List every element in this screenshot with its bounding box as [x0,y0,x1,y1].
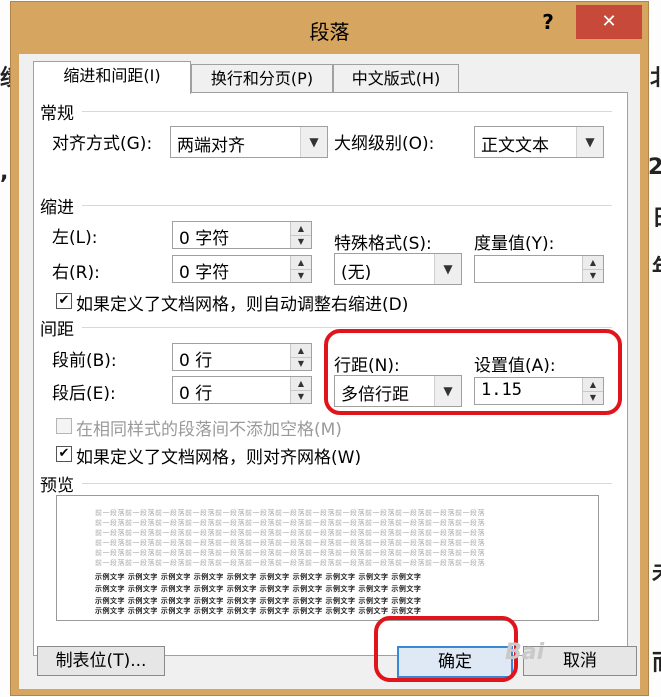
tab-line-page-breaks[interactable]: 换行和分页(P) [191,64,333,93]
spin-up-icon[interactable]: ▲ [291,377,311,391]
tabs-button[interactable]: 制表位(T)... [37,646,165,676]
bg-text: 20 [648,155,661,180]
chevron-down-icon: ▼ [434,376,461,406]
preview-prev-line: 前一段落前一段落前一段落前一段落前一段落前一段落前一段落前一段落前一段落前一段落… [95,539,485,547]
space-before-spinner[interactable]: 0 行 ▲ ▼ [172,343,312,371]
preview-prev-line: 前一段落前一段落前一段落前一段落前一段落前一段落前一段落前一段落前一段落前一段落… [95,529,485,537]
title-bar[interactable]: 段落 ? ✕ [11,2,648,54]
spin-down-icon[interactable]: ▼ [583,391,603,404]
chevron-down-icon: ▼ [434,254,461,284]
auto-adjust-label[interactable]: 如果定义了文档网格，则自动调整右缩进(D) [76,290,408,315]
section-preview: 预览 [40,476,74,496]
bg-text: 北 [650,60,661,92]
close-button[interactable]: ✕ [576,5,642,39]
ok-button[interactable]: 确定 [397,646,513,678]
paragraph-dialog: 段落 ? ✕ 缩进和间距(I) 换行和分页(P) 中文版式(H) 常规 对齐方式… [11,2,648,695]
bg-text: 日 [652,200,661,232]
indent-left-label: 左(L): [52,228,98,248]
preview-sample-line: 示例文字 示例文字 示例文字 示例文字 示例文字 示例文字 示例文字 示例文字 … [95,607,422,615]
line-spacing-label: 行距(N): [334,356,400,376]
bg-text: 年 [652,250,661,282]
spin-down-icon[interactable]: ▼ [291,390,311,403]
space-after-spinner[interactable]: 0 行 ▲ ▼ [172,376,312,404]
spin-up-icon[interactable]: ▲ [291,256,311,270]
spin-up-icon[interactable]: ▲ [291,344,311,358]
no-space-checkbox[interactable] [56,418,72,434]
preview-prev-line: 前一段落前一段落前一段落前一段落前一段落前一段落前一段落前一段落前一段落前一段落… [95,509,485,517]
line-spacing-value: 多倍行距 [341,385,409,405]
preview-prev-line: 前一段落前一段落前一段落前一段落前一段落前一段落前一段落前一段落前一段落前一段落… [95,519,485,527]
section-spacing: 间距 [40,320,74,340]
bg-text: 未 [652,555,661,587]
outline-level-select[interactable]: 正文文本 ▼ [474,126,604,158]
outline-level-value: 正文文本 [481,136,549,156]
auto-adjust-checkbox[interactable]: ✔ [56,293,72,309]
chevron-down-icon: ▼ [300,127,327,157]
special-format-select[interactable]: (无) ▼ [334,253,462,285]
set-value-label: 设置值(A): [474,356,556,376]
tab-indent-spacing[interactable]: 缩进和间距(I) [33,61,191,94]
preview-prev-line: 前一段落前一段落前一段落前一段落前一段落前一段落前一段落前一段落前一段落前一段落… [95,549,485,557]
line-spacing-select[interactable]: 多倍行距 ▼ [334,375,462,407]
spin-down-icon[interactable]: ▼ [291,235,311,248]
bg-text: , [0,160,9,185]
alignment-select[interactable]: 两端对齐 ▼ [170,126,328,158]
divider [82,111,612,112]
indent-left-spinner[interactable]: 0 字符 ▲ ▼ [172,221,312,249]
space-after-label: 段后(E): [52,384,116,404]
section-indent: 缩进 [40,198,74,218]
no-space-label: 在相同样式的段落间不添加空格(M) [76,420,342,440]
preview-sample-line: 示例文字 示例文字 示例文字 示例文字 示例文字 示例文字 示例文字 示例文字 … [95,585,422,593]
measure-label: 度量值(Y): [474,234,555,254]
alignment-value: 两端对齐 [177,136,245,156]
indent-right-label: 右(R): [52,263,100,283]
space-before-value: 0 行 [179,351,213,371]
spin-down-icon[interactable]: ▼ [291,269,311,282]
snap-grid-checkbox[interactable]: ✔ [56,446,72,462]
divider [82,205,612,206]
snap-grid-label[interactable]: 如果定义了文档网格，则对齐网格(W) [76,443,361,468]
preview-prev-line: 前一段落前一段落前一段落前一段落前一段落前一段落前一段落前一段落前一段落前一段落… [95,559,485,567]
indent-right-value: 0 字符 [179,263,230,283]
spin-up-icon[interactable]: ▲ [583,256,603,270]
tab-asian-typography[interactable]: 中文版式(H) [333,64,459,93]
spin-up-icon[interactable]: ▲ [291,222,311,236]
alignment-label: 对齐方式(G): [52,134,153,154]
spin-up-icon[interactable]: ▲ [583,378,603,392]
dialog-body: 缩进和间距(I) 换行和分页(P) 中文版式(H) 常规 对齐方式(G): 两端… [19,54,640,689]
divider [82,327,612,328]
bg-text: 而 [652,645,661,677]
set-value-value: 1.15 [481,380,522,400]
spin-down-icon[interactable]: ▼ [291,357,311,370]
preview-sample-line: 示例文字 示例文字 示例文字 示例文字 示例文字 示例文字 示例文字 示例文字 … [95,597,422,605]
indent-right-spinner[interactable]: 0 字符 ▲ ▼ [172,255,312,283]
special-format-value: (无) [341,263,372,283]
outline-level-label: 大纲级别(O): [334,134,435,154]
section-general: 常规 [40,104,74,124]
tab-panel: 常规 对齐方式(G): 两端对齐 ▼ 大纲级别(O): 正文文本 ▼ 缩进 左(… [33,92,628,656]
set-value-spinner[interactable]: 1.15 ▲ ▼ [474,377,604,405]
measure-spinner[interactable]: ▲ ▼ [474,255,604,283]
space-before-label: 段前(B): [52,351,117,371]
indent-left-value: 0 字符 [179,229,230,249]
help-button[interactable]: ? [533,8,563,36]
chevron-down-icon: ▼ [576,127,603,157]
space-after-value: 0 行 [179,384,213,404]
spin-down-icon[interactable]: ▼ [583,269,603,282]
divider [82,483,612,484]
preview-sample-line: 示例文字 示例文字 示例文字 示例文字 示例文字 示例文字 示例文字 示例文字 … [95,573,422,581]
preview-box: 前一段落前一段落前一段落前一段落前一段落前一段落前一段落前一段落前一段落前一段落… [56,495,599,621]
special-format-label: 特殊格式(S): [334,234,432,254]
watermark: Bai [505,640,545,665]
